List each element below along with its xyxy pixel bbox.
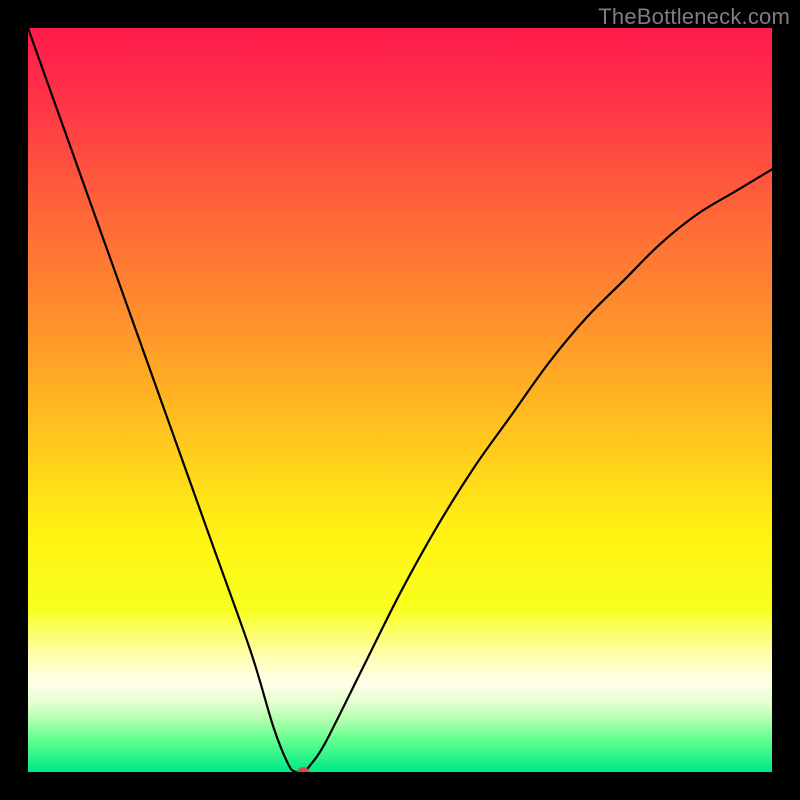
chart-background <box>28 28 772 772</box>
chart-svg <box>28 28 772 772</box>
plot-area <box>28 28 772 772</box>
watermark-text: TheBottleneck.com <box>598 4 790 30</box>
chart-frame: TheBottleneck.com <box>0 0 800 800</box>
